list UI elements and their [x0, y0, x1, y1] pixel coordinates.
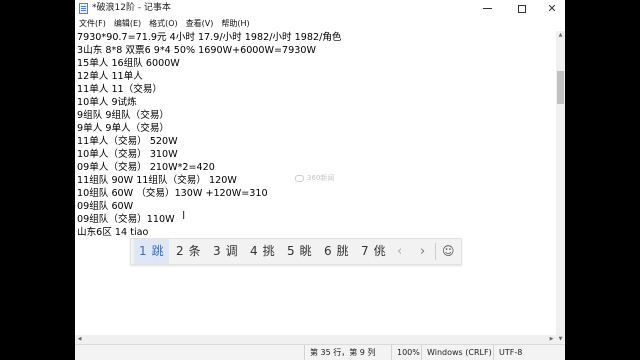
notepad-window: *破浪12阶 - 记事本 ✕ 文件(F) 编辑(E) 格式(O) 查看(V) 帮…	[75, 0, 565, 360]
menu-bar: 文件(F) 编辑(E) 格式(O) 查看(V) 帮助(H)	[75, 17, 565, 31]
maximize-button[interactable]	[507, 0, 537, 17]
ime-candidate[interactable]: 4挑	[245, 239, 280, 264]
notepad-app-icon	[79, 3, 88, 14]
cursor-position: 第 35 行，第 9 列	[304, 345, 391, 360]
vertical-scroll-thumb[interactable]	[557, 71, 564, 104]
watermark: 360新闻	[295, 173, 334, 183]
text-line: 9组队 9组队（交易）	[77, 110, 170, 121]
text-line: 7930*90.7=71.9元 4小时 17.9/小时 1982/小时 1982…	[77, 32, 342, 43]
text-line: 10单人 9试炼	[77, 97, 137, 108]
ime-candidate[interactable]: 6朓	[319, 239, 354, 264]
watermark-logo-icon	[295, 174, 304, 182]
ime-divider	[435, 243, 436, 260]
horizontal-scrollbar[interactable]: ◀ ▶	[75, 335, 556, 344]
zoom-level: 100%	[391, 345, 421, 360]
ime-candidate-bar: 1跳 2条 3调 4挑 5眺 6朓 7佻 ‹ › ☺	[130, 238, 462, 265]
encoding: UTF-8	[493, 345, 565, 360]
menu-format[interactable]: 格式(O)	[145, 17, 182, 31]
minimize-button[interactable]	[472, 0, 502, 17]
vertical-scrollbar[interactable]: ▲ ▼	[556, 31, 565, 344]
ibeam-cursor-icon: I	[182, 209, 186, 222]
ime-prev-page-icon[interactable]: ‹	[397, 239, 402, 264]
menu-view[interactable]: 查看(V)	[182, 17, 218, 31]
text-line: 09组队（交易）110W	[77, 214, 175, 225]
scroll-right-icon[interactable]: ▶	[547, 335, 556, 344]
watermark-text: 360新闻	[307, 174, 335, 182]
text-editor[interactable]: 7930*90.7=71.9元 4小时 17.9/小时 1982/小时 1982…	[75, 31, 556, 344]
text-line: 09单人（交易） 210W*2=420	[77, 162, 215, 173]
minimize-icon	[482, 8, 492, 9]
scroll-up-icon[interactable]: ▲	[556, 31, 565, 40]
close-button[interactable]: ✕	[537, 0, 565, 17]
line-ending: Windows (CRLF)	[421, 345, 493, 360]
window-title: *破浪12阶 - 记事本	[92, 3, 171, 13]
menu-edit[interactable]: 编辑(E)	[110, 17, 145, 31]
emoji-icon[interactable]: ☺	[442, 239, 455, 264]
scroll-left-icon[interactable]: ◀	[75, 335, 84, 344]
text-line: 3山东 8*8 双票6 9*4 50% 1690W+6000W=7930W	[77, 45, 316, 56]
ime-candidate[interactable]: 5眺	[282, 239, 317, 264]
text-line: 12单人 11单人	[77, 71, 143, 82]
ime-candidate[interactable]: 7佻	[356, 239, 391, 264]
scroll-down-icon[interactable]: ▼	[556, 335, 565, 344]
ime-next-page-icon[interactable]: ›	[420, 239, 425, 264]
text-line: 11组队 90W 11组队（交易） 120W	[77, 175, 237, 186]
menu-help[interactable]: 帮助(H)	[217, 17, 253, 31]
ime-candidate[interactable]: 1跳	[134, 239, 169, 264]
text-line: 15单人 16组队 6000W	[77, 58, 180, 69]
close-icon: ✕	[547, 2, 557, 15]
status-bar: 第 35 行，第 9 列 100% Windows (CRLF) UTF-8	[75, 344, 565, 360]
text-line: 10组队 60W （交易）130W +120W=310	[77, 188, 268, 199]
title-bar[interactable]: *破浪12阶 - 记事本 ✕	[75, 0, 565, 18]
text-line: 11单人 11（交易）	[77, 84, 163, 95]
text-line: 09组队 60W	[77, 201, 134, 212]
text-line: 11单人（交易） 520W	[77, 136, 178, 147]
menu-file[interactable]: 文件(F)	[75, 17, 110, 31]
ime-candidate[interactable]: 3调	[208, 239, 243, 264]
text-line: 10单人（交易） 310W	[77, 149, 178, 160]
ime-candidate[interactable]: 2条	[171, 239, 206, 264]
text-line: 9单人 9单人（交易）	[77, 123, 170, 134]
maximize-icon	[518, 4, 526, 13]
